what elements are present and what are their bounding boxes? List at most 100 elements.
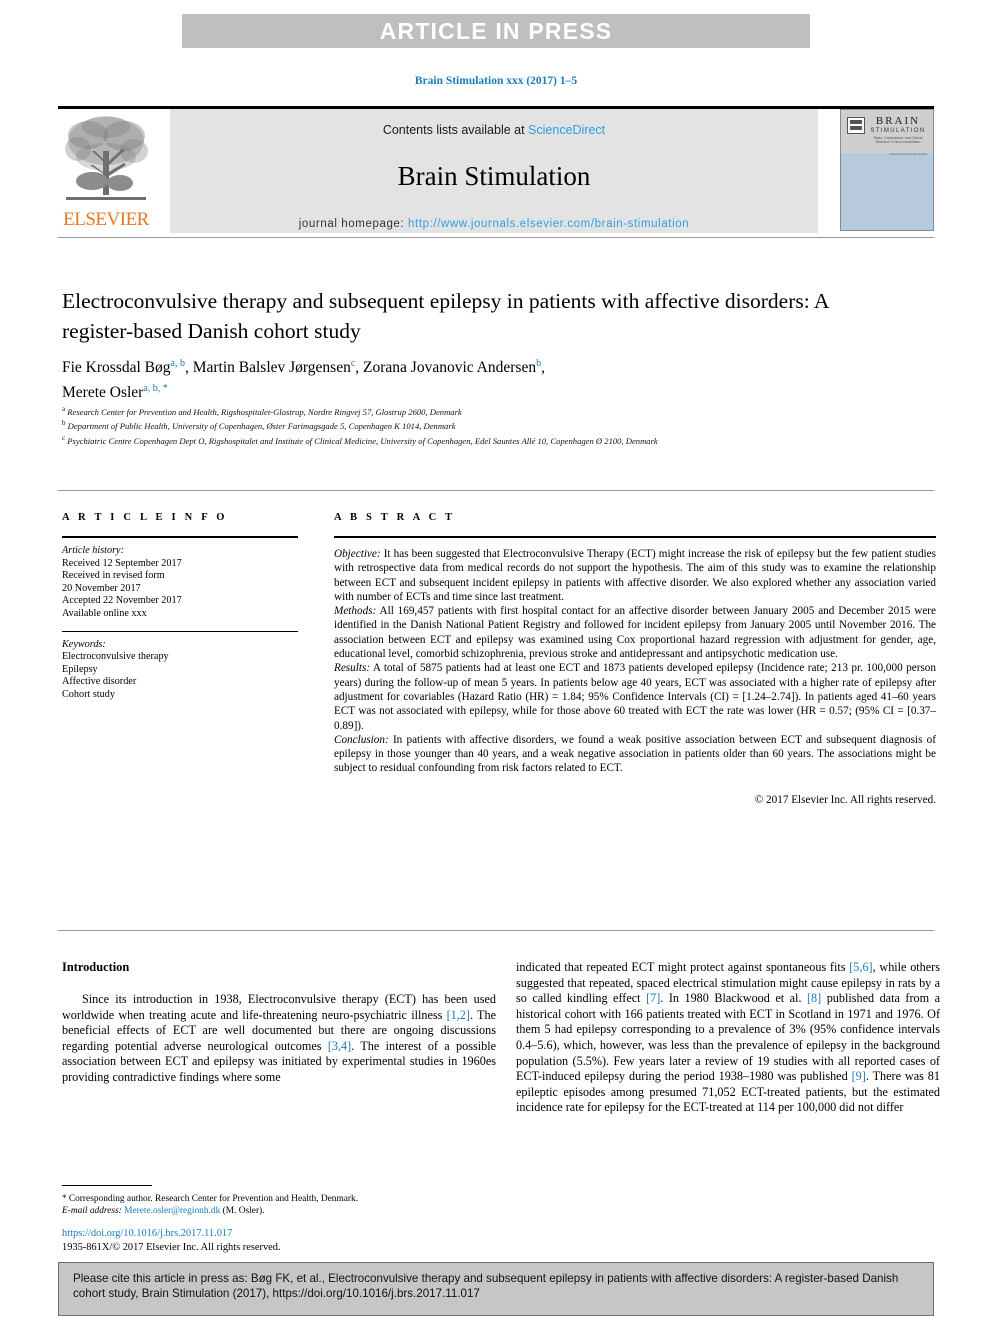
cover-title-block: BRAIN STIMULATION Basic, Translational, … — [867, 115, 929, 156]
affiliation-c-mark: c — [62, 433, 66, 442]
abstract-objective-label: Objective: — [334, 548, 381, 560]
footnote-separator-rule — [62, 1185, 152, 1186]
affiliation-b-text: Department of Public Health, University … — [67, 421, 456, 432]
abstract-conclusion-label: Conclusion: — [334, 733, 389, 746]
abstract-rule — [334, 536, 936, 538]
contents-prefix: Contents lists available at — [382, 123, 529, 137]
keywords-label: Keywords: — [62, 638, 106, 650]
introduction-right-column: indicated that repeated ECT might protec… — [516, 960, 940, 1116]
abstract-conclusion: Conclusion: In patients with affective d… — [334, 733, 936, 776]
abstract-methods-text: All 169,457 patients with first hospital… — [334, 605, 936, 661]
affiliation-list: a Research Center for Prevention and Hea… — [62, 404, 892, 447]
abstract-objective: Objective: It has been suggested that El… — [334, 547, 936, 604]
keyword-item: Epilepsy — [62, 663, 98, 675]
keyword-item: Affective disorder — [62, 676, 137, 688]
introduction-paragraph-continued: indicated that repeated ECT might protec… — [516, 960, 940, 1116]
abstract-results-text: A total of 5875 patients had at least on… — [334, 662, 936, 732]
affiliation-a-mark: a — [62, 405, 66, 413]
running-head: Brain Stimulation xxx (2017) 1–5 — [414, 75, 578, 87]
author-3-name: , Zorana Jovanovic Andersen — [355, 359, 537, 377]
author-2-name: , Martin Balslev Jørgensen — [184, 359, 351, 377]
journal-homepage-line: journal homepage: http://www.journals.el… — [170, 218, 818, 230]
article-in-press-label: ARTICLE IN PRESS — [379, 17, 613, 44]
footnote-corresponding-text: Corresponding author. Research Center fo… — [66, 1194, 359, 1204]
article-history-block: Article history: Received 12 September 2… — [62, 545, 298, 621]
journal-cover-thumbnail: BRAIN STIMULATION Basic, Translational, … — [840, 109, 934, 231]
article-history-item: Received 12 September 2017 — [62, 557, 182, 569]
article-history-label: Article history: — [62, 545, 124, 556]
corresponding-author-footnote: * Corresponding author. Research Center … — [62, 1192, 496, 1218]
citation-ref-5-6[interactable]: [5,6] — [849, 960, 872, 974]
footnote-email-suffix: (M. Osler). — [220, 1206, 265, 1217]
abstract-results: Results: A total of 5875 patients had at… — [334, 661, 936, 732]
author-1-affiliation-marks: a, b — [170, 358, 185, 369]
keyword-item: Cohort study — [62, 688, 115, 700]
abstract-section-bottom-rule — [58, 930, 934, 931]
journal-name: Brain Stimulation — [397, 161, 591, 191]
affiliation-b-mark: b — [62, 419, 66, 428]
affiliation-a: a Research Center for Prevention and Hea… — [62, 404, 892, 418]
abstract-results-label: Results: — [334, 662, 371, 675]
cover-badge-icon — [847, 117, 865, 134]
citation-ref-1-2[interactable]: [1,2] — [447, 1008, 470, 1022]
author-1-name: Fie Krossdal Bøg — [62, 359, 171, 377]
citation-ref-9[interactable]: [9] — [852, 1069, 866, 1083]
article-page: ARTICLE IN PRESS Brain Stimulation xxx (… — [0, 0, 992, 1323]
article-history-item: Available online xxx — [62, 607, 147, 619]
affiliation-c: c Psychiatric Centre Copenhagen Dept O, … — [62, 433, 892, 447]
cover-top-band: BRAIN STIMULATION Basic, Translational, … — [841, 110, 933, 156]
abstract-heading: A B S T R A C T — [334, 512, 456, 523]
cover-bottom-band — [841, 153, 933, 230]
info-section-top-rule — [58, 490, 934, 491]
article-history-item: Accepted 22 November 2017 — [62, 595, 182, 607]
abstract-column: A B S T R A C T Objective: It has been s… — [334, 512, 936, 807]
author-list: Fie Krossdal Bøga, b, Martin Balslev Jør… — [62, 353, 872, 403]
citation-ref-7[interactable]: [7] — [646, 991, 660, 1005]
abstract-methods: Methods: All 169,457 patients with first… — [334, 604, 936, 661]
intro-text-1: Since its introduction in 1938, Electroc… — [62, 992, 496, 1022]
affiliation-a-text: Research Center for Prevention and Healt… — [67, 406, 462, 417]
journal-homepage-url[interactable]: http://www.journals.elsevier.com/brain-s… — [408, 218, 689, 230]
corresponding-author-email-link[interactable]: Merete.osler@regionh.dk — [124, 1206, 220, 1216]
intro-right-text-3: . In 1980 Blackwood et al. — [660, 991, 807, 1006]
citation-ref-8[interactable]: [8] — [807, 991, 821, 1005]
abstract-body: Objective: It has been suggested that El… — [334, 547, 936, 807]
article-title: Electroconvulsive therapy and subsequent… — [62, 289, 829, 343]
elsevier-tree-icon — [65, 116, 148, 200]
citation-ref-3-4[interactable]: [3,4] — [328, 1039, 351, 1053]
abstract-copyright: © 2017 Elsevier Inc. All rights reserved… — [754, 793, 936, 806]
affiliation-b: b Department of Public Health, Universit… — [62, 418, 892, 432]
cover-url-text: www.elsevier.com/locate/brs — [889, 152, 927, 156]
article-in-press-banner: ARTICLE IN PRESS — [182, 14, 810, 48]
cover-stimulation-text: STIMULATION — [870, 128, 926, 134]
introduction-paragraph-1: Since its introduction in 1938, Electroc… — [62, 992, 496, 1086]
abstract-conclusion-text: In patients with affective disorders, we… — [334, 733, 936, 775]
please-cite-text: Please cite this article in press as: Bø… — [73, 1272, 899, 1301]
author-4-name: Merete Osler — [62, 384, 144, 402]
cover-brain-text: BRAIN — [875, 115, 921, 127]
introduction-left-column: Introduction Since its introduction in 1… — [62, 960, 496, 1086]
article-info-heading: A R T I C L E I N F O — [62, 512, 228, 523]
author-4-affiliation-marks: a, b, * — [143, 383, 168, 395]
keywords-rule — [62, 630, 298, 632]
article-info-column: A R T I C L E I N F O Article history: R… — [62, 512, 298, 702]
abstract-methods-label: Methods: — [334, 605, 377, 618]
article-history-item: Received in revised form — [62, 570, 165, 582]
cover-subtitle-text: Basic, Translational, and Clinical Resea… — [873, 136, 923, 144]
keyword-item: Electroconvulsive therapy — [62, 651, 169, 663]
journal-masthead: ELSEVIER Contents lists available at Sci… — [58, 109, 934, 233]
keywords-block: Keywords: Electroconvulsive therapy Epil… — [62, 639, 298, 702]
intro-right-text-1: indicated that repeated ECT might protec… — [516, 960, 850, 974]
please-cite-box: Please cite this article in press as: Bø… — [58, 1262, 934, 1316]
contents-available-line: Contents lists available at ScienceDirec… — [170, 123, 818, 137]
article-doi-link[interactable]: https://doi.org/10.1016/j.brs.2017.11.01… — [62, 1228, 232, 1239]
article-history-item: 20 November 2017 — [62, 582, 141, 594]
issn-copyright-line: 1935-861X/© 2017 Elsevier Inc. All right… — [62, 1242, 281, 1253]
affiliation-c-text: Psychiatric Centre Copenhagen Dept O, Ri… — [67, 435, 658, 446]
article-info-rule — [62, 536, 298, 538]
author-line-comma: , — [541, 359, 545, 377]
sciencedirect-link[interactable]: ScienceDirect — [528, 123, 605, 137]
masthead-bottom-rule — [58, 237, 934, 238]
introduction-heading: Introduction — [62, 960, 130, 974]
journal-homepage-label: journal homepage: — [298, 218, 405, 230]
